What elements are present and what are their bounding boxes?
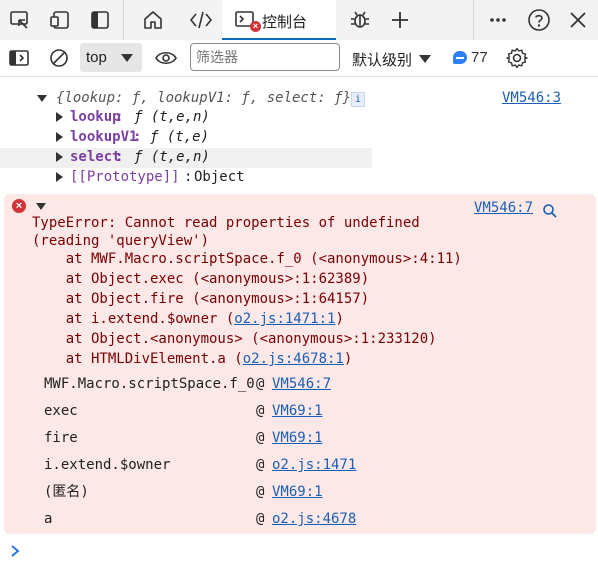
prop-row[interactable]: select: ƒ (t,e,n)	[0, 148, 372, 168]
error-log-entry: × VM546:7 TypeError: Cannot read propert…	[4, 194, 596, 534]
console-toolbar: top 默认级别 77	[0, 40, 598, 77]
stack-line: at HTMLDivElement.a (o2.js:4678:1)	[32, 351, 353, 367]
frame-name: exec	[44, 403, 78, 419]
prop-row[interactable]: [[Prototype]]: Object	[0, 168, 598, 188]
elements-tab-icon[interactable]	[189, 8, 213, 32]
stack-line: at Object.fire (<anonymous>:1:64157)	[32, 291, 370, 307]
frame-at: @	[256, 511, 265, 527]
error-source-link[interactable]: VM546:7	[474, 199, 533, 217]
prop-value: ƒ (t,e,n)	[134, 109, 210, 125]
table-row: MWF.Macro.scriptSpace.f_0 @ VM546:7	[4, 372, 596, 396]
expand-arrow-icon[interactable]	[56, 152, 63, 162]
prop-key: [[Prototype]]	[70, 169, 180, 185]
frame-link[interactable]: VM69:1	[272, 483, 323, 501]
clear-console-icon[interactable]	[48, 47, 70, 69]
error-icon: ×	[12, 199, 26, 213]
context-selector[interactable]: top	[80, 43, 142, 72]
stack-line: at Object.exec (<anonymous>:1:62389)	[32, 271, 370, 287]
tab-divider	[473, 0, 474, 40]
chevron-down-icon	[121, 54, 133, 62]
prop-key: select	[70, 149, 121, 165]
prop-value: ƒ (t,e)	[150, 129, 210, 145]
frame-at: @	[256, 457, 265, 473]
console-prompt-chevron-icon[interactable]	[8, 543, 22, 559]
frame-name: a	[44, 511, 53, 527]
frame-link[interactable]: VM69:1	[272, 429, 323, 447]
search-icon[interactable]	[542, 203, 558, 219]
error-message: TypeError: Cannot read properties of und…	[32, 215, 420, 231]
call-frames-table: MWF.Macro.scriptSpace.f_0 @ VM546:7 exec…	[4, 370, 596, 530]
expand-arrow-icon[interactable]	[56, 172, 63, 182]
frame-link[interactable]: VM69:1	[272, 402, 323, 420]
stack-source-link[interactable]: o2.js:4678:1	[243, 351, 344, 367]
sidebar-toggle-icon[interactable]	[88, 8, 112, 32]
close-icon[interactable]	[566, 8, 590, 32]
prop-key: lookupV1	[70, 129, 138, 145]
frame-link[interactable]: o2.js:4678	[272, 510, 356, 528]
context-value: top	[86, 49, 107, 66]
console-input[interactable]	[26, 540, 586, 560]
frame-name: i.extend.$owner	[44, 457, 171, 473]
frame-at: @	[256, 403, 265, 419]
error-badge-icon: ×	[250, 21, 261, 32]
prop-value: ƒ (t,e,n)	[134, 149, 210, 165]
object-summary[interactable]: {lookup: ƒ, lookupV1: ƒ, select: ƒ}	[56, 89, 351, 107]
frame-name: fire	[44, 430, 78, 446]
frame-link[interactable]: o2.js:1471	[272, 456, 356, 474]
inspect-device-icon[interactable]	[48, 8, 72, 32]
add-tab-icon[interactable]	[388, 8, 412, 32]
expand-arrow-icon[interactable]	[36, 203, 46, 210]
frame-name: MWF.Macro.scriptSpace.f_0	[44, 376, 255, 392]
bug-icon[interactable]	[348, 8, 372, 32]
show-sidebar-icon[interactable]	[8, 47, 30, 69]
object-log-entry: {lookup: ƒ, lookupV1: ƒ, select: ƒ} i VM…	[0, 86, 598, 192]
filter-input[interactable]	[190, 43, 340, 71]
table-row: a @ o2.js:4678	[4, 507, 596, 531]
stack-line: at i.extend.$owner (o2.js:1471:1)	[32, 311, 344, 327]
help-icon[interactable]	[527, 8, 551, 32]
table-row: fire @ VM69:1	[4, 426, 596, 450]
home-icon[interactable]	[141, 8, 165, 32]
info-icon[interactable]: i	[351, 92, 365, 107]
prop-key: lookup	[70, 109, 121, 125]
log-level-dropdown[interactable]: 默认级别	[352, 44, 436, 72]
table-row: i.extend.$owner @ o2.js:1471	[4, 453, 596, 477]
table-row: (匿名) @ VM69:1	[4, 480, 596, 504]
tab-divider	[123, 0, 124, 40]
frame-at: @	[256, 484, 265, 500]
frame-at: @	[256, 376, 265, 392]
stack-line: at MWF.Macro.scriptSpace.f_0 (<anonymous…	[32, 251, 462, 267]
device-emulation-icon[interactable]	[8, 8, 32, 32]
frame-name: (匿名)	[44, 484, 89, 500]
prop-value: Object	[194, 169, 245, 185]
message-count[interactable]: 77	[471, 49, 488, 66]
expand-arrow-icon[interactable]	[56, 112, 63, 122]
prop-row[interactable]: lookupV1: ƒ (t,e)	[0, 128, 598, 148]
error-message: (reading 'queryView')	[32, 233, 210, 249]
expand-arrow-icon[interactable]	[37, 95, 47, 102]
prop-row[interactable]: lookup: ƒ (t,e,n)	[0, 108, 598, 128]
devtools-tab-bar: × 控制台	[0, 0, 598, 41]
message-icon	[453, 51, 467, 64]
frame-at: @	[256, 430, 265, 446]
frame-link[interactable]: VM546:7	[272, 375, 331, 393]
log-level-label: 默认级别	[352, 52, 413, 69]
settings-gear-icon[interactable]	[505, 46, 529, 70]
source-link[interactable]: VM546:3	[502, 89, 561, 107]
stack-source-link[interactable]: o2.js:1471:1	[234, 311, 335, 327]
stack-line: at Object.<anonymous> (<anonymous>:1:233…	[32, 331, 437, 347]
tab-console[interactable]: × 控制台	[222, 0, 336, 40]
expand-arrow-icon[interactable]	[56, 132, 63, 142]
chevron-down-icon	[419, 55, 431, 63]
live-expression-eye-icon[interactable]	[154, 47, 178, 69]
tab-console-label: 控制台	[262, 14, 308, 31]
table-row: exec @ VM69:1	[4, 399, 596, 423]
more-options-icon[interactable]	[486, 8, 510, 32]
